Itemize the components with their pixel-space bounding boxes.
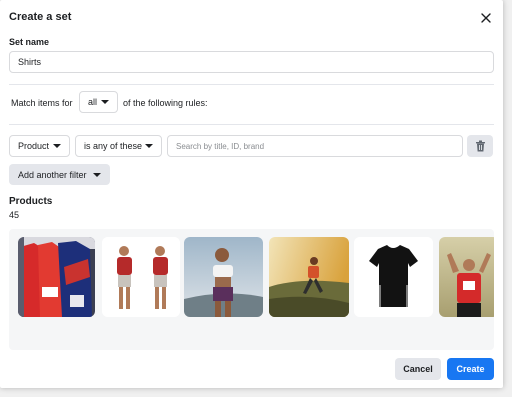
add-filter-button[interactable]: Add another filter bbox=[9, 164, 110, 185]
create-button[interactable]: Create bbox=[447, 358, 494, 380]
rule-operator-value: is any of these bbox=[84, 141, 143, 151]
divider bbox=[9, 84, 494, 85]
products-count: 45 bbox=[9, 210, 20, 220]
match-mode-value: all bbox=[88, 97, 98, 107]
create-set-dialog: Create a set Set name Shirts Match items… bbox=[0, 0, 503, 388]
set-name-value: Shirts bbox=[18, 57, 42, 67]
rule-field-dropdown[interactable]: Product bbox=[9, 135, 70, 157]
rule-search-placeholder: Search by title, ID, brand bbox=[176, 141, 265, 151]
set-name-label: Set name bbox=[9, 37, 50, 47]
products-heading: Products bbox=[9, 196, 53, 207]
product-thumbnail-runner-cheering[interactable] bbox=[439, 237, 494, 317]
product-grid bbox=[9, 229, 494, 350]
divider bbox=[9, 124, 494, 125]
rule-operator-dropdown[interactable]: is any of these bbox=[75, 135, 162, 157]
product-thumbnail-crop-top[interactable] bbox=[184, 237, 263, 317]
cancel-button[interactable]: Cancel bbox=[395, 358, 441, 380]
trash-icon bbox=[475, 140, 486, 152]
chevron-down-icon bbox=[101, 100, 109, 104]
add-filter-label: Add another filter bbox=[18, 169, 87, 180]
product-thumbnail-jerseys[interactable] bbox=[18, 237, 95, 317]
match-mode-dropdown[interactable]: all bbox=[79, 91, 118, 113]
match-prefix-text: Match items for bbox=[11, 98, 73, 108]
product-thumbnail-red-tshirt[interactable] bbox=[102, 237, 180, 317]
product-thumbnail-runner-sunset[interactable] bbox=[269, 237, 349, 317]
delete-rule-button[interactable] bbox=[467, 135, 493, 157]
rule-search-input[interactable]: Search by title, ID, brand bbox=[167, 135, 463, 157]
chevron-down-icon bbox=[93, 173, 101, 177]
set-name-input[interactable]: Shirts bbox=[9, 51, 494, 73]
rule-field-value: Product bbox=[18, 141, 50, 151]
chevron-down-icon bbox=[145, 144, 153, 148]
close-icon[interactable] bbox=[479, 11, 493, 25]
product-thumbnail-black-tshirt[interactable] bbox=[354, 237, 433, 317]
match-suffix-text: of the following rules: bbox=[123, 98, 208, 108]
chevron-down-icon bbox=[53, 144, 61, 148]
dialog-title: Create a set bbox=[9, 11, 72, 23]
